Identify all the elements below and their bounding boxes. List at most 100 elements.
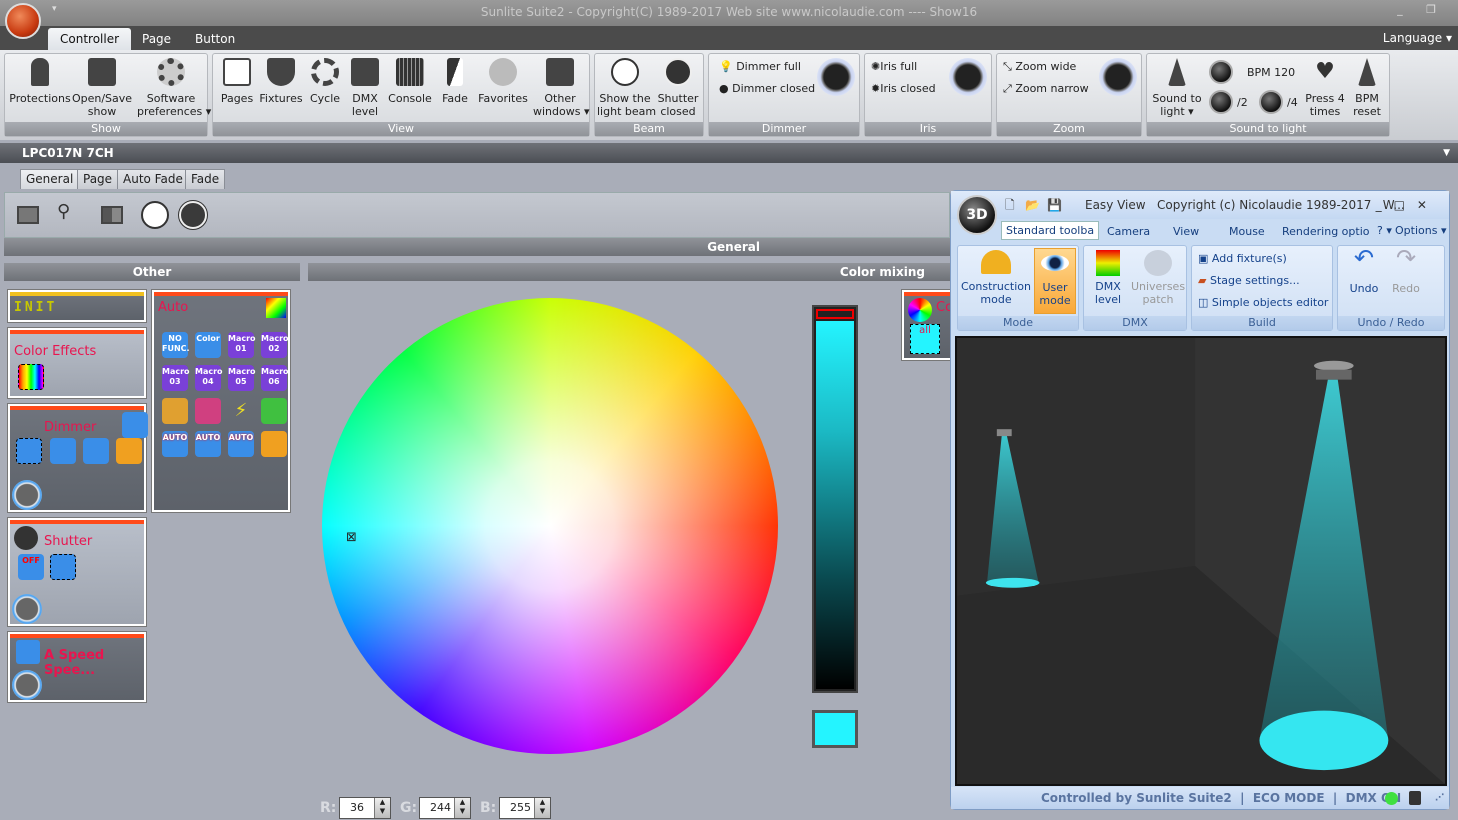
iris-closed-button[interactable]: ✹Iris closed [871,82,936,95]
r-input[interactable]: 36 ▲ ▼ [339,797,391,819]
window-icon[interactable] [17,206,39,224]
options-menu[interactable]: Options ▾ [1395,224,1446,237]
tab-button[interactable]: Button [183,28,247,50]
fixtures-button[interactable]: Fixtures [259,58,303,105]
tab-page[interactable]: Page [77,169,119,189]
dimmer-knob[interactable] [817,58,855,96]
g-spinner[interactable]: ▲ ▼ [454,798,470,818]
help-menu[interactable]: ? ▾ [1377,224,1392,237]
app-logo-button[interactable] [5,3,41,39]
dimmer-preset-1[interactable] [50,438,76,464]
layout-icon[interactable] [101,206,123,224]
speed-dial[interactable] [12,670,42,700]
3d-menu-button[interactable]: 3D [957,195,997,235]
tab-controller[interactable]: Controller [48,28,132,50]
auto-tile[interactable]: AUTO [162,431,188,457]
press-4-times-button[interactable]: ♥ Press 4 times [1303,58,1347,118]
shutter-closed-button[interactable]: Shutter closed [653,58,703,118]
auto-tile[interactable]: Macro 04 [195,365,223,391]
window-controls[interactable]: _ ❐ [1397,3,1446,16]
dimmer-strobe-preset[interactable] [116,438,142,464]
color-palette-icon[interactable] [266,298,286,318]
auto-tile[interactable]: Macro 05 [228,365,256,391]
window-controls[interactable]: _□✕ [1376,191,1439,219]
dimmer-full-button[interactable]: 💡 Dimmer full [719,60,801,73]
auto-tile[interactable]: ⚡ [228,398,254,424]
color-all-preset[interactable]: all [910,324,940,354]
b-input[interactable]: 255 ▲ ▼ [499,797,551,819]
auto-tile[interactable] [162,398,188,424]
auto-tile[interactable]: Macro 01 [228,332,256,358]
software-preferences-button[interactable]: Software preferences ▾ [137,58,211,118]
shutter-strobe-preset[interactable] [50,554,76,580]
dimmer-dial[interactable] [12,480,42,510]
iris-knob[interactable] [949,58,987,96]
resize-grip-icon[interactable]: ⋰ [1435,787,1444,809]
dimmer-closed-button[interactable]: ● Dimmer closed [719,82,815,95]
open-save-show-button[interactable]: Open/Save show [71,58,133,118]
auto-tile[interactable]: Macro 03 [162,365,190,391]
tab-auto-fade[interactable]: Auto Fade [117,169,189,189]
quick-access-dropdown-icon[interactable]: ▾ [52,4,57,14]
show-light-beam-button[interactable]: Show the light beam [597,58,656,118]
dmx-level-button[interactable]: DMX level [1088,250,1128,306]
pages-button[interactable]: Pages [219,58,255,105]
shutter-off-preset[interactable]: OFF [18,554,44,580]
dimmer-preset-full[interactable] [16,438,42,464]
color-picker-crosshair-icon[interactable]: ⊠ [346,530,357,545]
sound-to-light-button[interactable]: Sound to light ▾ [1149,58,1205,118]
auto-tile[interactable] [261,431,287,457]
favorites-button[interactable]: Favorites [475,58,531,105]
other-windows-button[interactable]: Other windows ▾ [533,58,589,118]
collapse-icon[interactable]: ▼ [1443,143,1450,163]
slider-handle[interactable] [816,309,854,319]
b-spinner[interactable]: ▲ ▼ [534,798,550,818]
tab-view[interactable]: View [1173,225,1199,238]
tab-rendering-options[interactable]: Rendering optio [1282,225,1369,238]
iris-full-button[interactable]: ✺Iris full [871,60,917,73]
tab-general[interactable]: General [20,169,80,189]
dmx-level-button[interactable]: DMX level [347,58,383,118]
auto-tile[interactable]: NO FUNC. [162,332,190,358]
cycle-button[interactable]: Cycle [307,58,343,105]
open-shutter-button[interactable] [141,201,169,229]
new-file-icon[interactable]: 🗋 [1005,191,1015,219]
auto-tile[interactable]: Macro 06 [261,365,289,391]
shutter-dial[interactable] [12,594,42,624]
close-shutter-button[interactable] [178,200,208,230]
zoom-knob[interactable] [1099,58,1137,96]
language-menu[interactable]: Language ▾ [1383,31,1452,45]
brightness-slider[interactable] [812,305,858,693]
bpm-reset-button[interactable]: BPM reset [1347,58,1387,118]
add-fixtures-button[interactable]: ▣ Add fixture(s) [1198,252,1287,265]
protections-button[interactable]: Protections [9,58,71,105]
fade-button[interactable]: Fade [437,58,473,105]
color-wheel[interactable] [322,298,778,754]
save-icon[interactable]: 💾 [1047,191,1062,219]
3d-scene-viewport[interactable] [955,336,1447,786]
auto-tile[interactable] [261,398,287,424]
construction-mode-button[interactable]: Construction mode [960,250,1032,306]
simple-objects-editor-button[interactable]: ◫ Simple objects editor [1198,296,1328,309]
init-panel[interactable]: INIT [7,289,147,323]
beam-icon[interactable] [122,412,148,438]
stage-settings-button[interactable]: ▰ Stage settings... [1198,274,1300,287]
auto-tile[interactable]: Macro 02 [261,332,289,358]
tab-camera[interactable]: Camera [1107,225,1150,238]
r-spinner[interactable]: ▲ ▼ [374,798,390,818]
half-tempo-button[interactable] [1209,90,1233,114]
g-input[interactable]: 244 ▲ ▼ [419,797,471,819]
tab-standard-toolbar[interactable]: Standard toolba [1001,221,1100,240]
zoom-narrow-button[interactable]: ⤢ Zoom narrow [1003,82,1089,96]
tab-page[interactable]: Page [130,28,183,50]
auto-tile[interactable] [195,398,221,424]
console-button[interactable]: Console [387,58,433,105]
open-folder-icon[interactable]: 📂 [1025,191,1040,219]
dimmer-preset-2[interactable] [83,438,109,464]
tab-mouse[interactable]: Mouse [1229,225,1265,238]
search-icon[interactable]: ⚲ [57,201,70,222]
auto-tile[interactable]: Color [195,332,221,358]
quarter-tempo-button[interactable] [1259,90,1283,114]
auto-tile[interactable]: AUTO [195,431,221,457]
tab-fade[interactable]: Fade [185,169,226,189]
